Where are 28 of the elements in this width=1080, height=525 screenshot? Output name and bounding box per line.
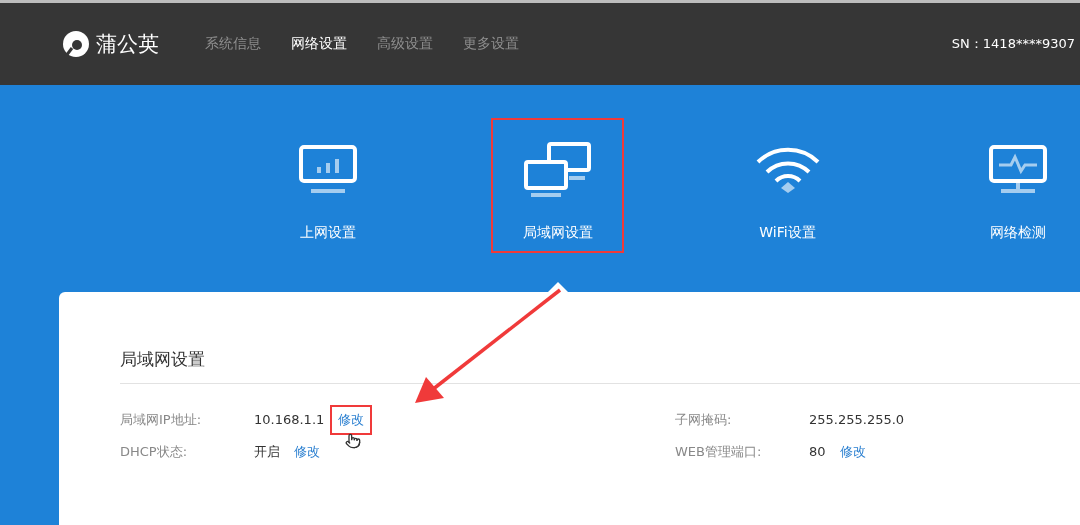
settings-tile[interactable]: 网络检测 bbox=[951, 118, 1080, 253]
field-value: 255.255.255.0 bbox=[809, 412, 905, 427]
logo-icon bbox=[62, 30, 90, 58]
settings-tile[interactable]: WiFi设置 bbox=[721, 118, 854, 253]
nav-tab[interactable]: 更多设置 bbox=[463, 35, 519, 53]
field-label: DHCP状态: bbox=[120, 442, 189, 461]
field-value: 10.168.1.1 bbox=[254, 412, 325, 427]
nav-tab[interactable]: 网络设置 bbox=[291, 35, 347, 53]
edit-link[interactable]: 修改 bbox=[330, 404, 373, 435]
field-value: 开启 bbox=[254, 442, 280, 461]
settings-tile[interactable]: 上网设置 bbox=[261, 118, 394, 253]
monitor-pulse-icon bbox=[988, 145, 1047, 195]
settings-tile[interactable]: 局域网设置 bbox=[491, 118, 624, 253]
panel-title: 局域网设置 bbox=[120, 348, 1080, 384]
field-label: 局域网IP地址: bbox=[120, 410, 203, 429]
field-label: 子网掩码: bbox=[675, 410, 733, 429]
edit-link[interactable]: 修改 bbox=[286, 436, 328, 467]
nav-tab[interactable]: 系统信息 bbox=[205, 35, 261, 53]
monitor-chart-icon bbox=[298, 145, 357, 195]
hand-cursor-icon bbox=[345, 433, 361, 449]
field-value: 80 bbox=[809, 444, 826, 459]
field-label: WEB管理端口: bbox=[675, 442, 763, 461]
logo-text: 蒲公英 bbox=[96, 31, 159, 58]
two-monitors-icon bbox=[522, 142, 593, 198]
edit-link[interactable]: 修改 bbox=[831, 436, 874, 467]
wifi-icon bbox=[754, 146, 821, 194]
serial-number: SN：1418****9307 bbox=[951, 35, 1075, 53]
nav-tab[interactable]: 高级设置 bbox=[377, 35, 433, 53]
